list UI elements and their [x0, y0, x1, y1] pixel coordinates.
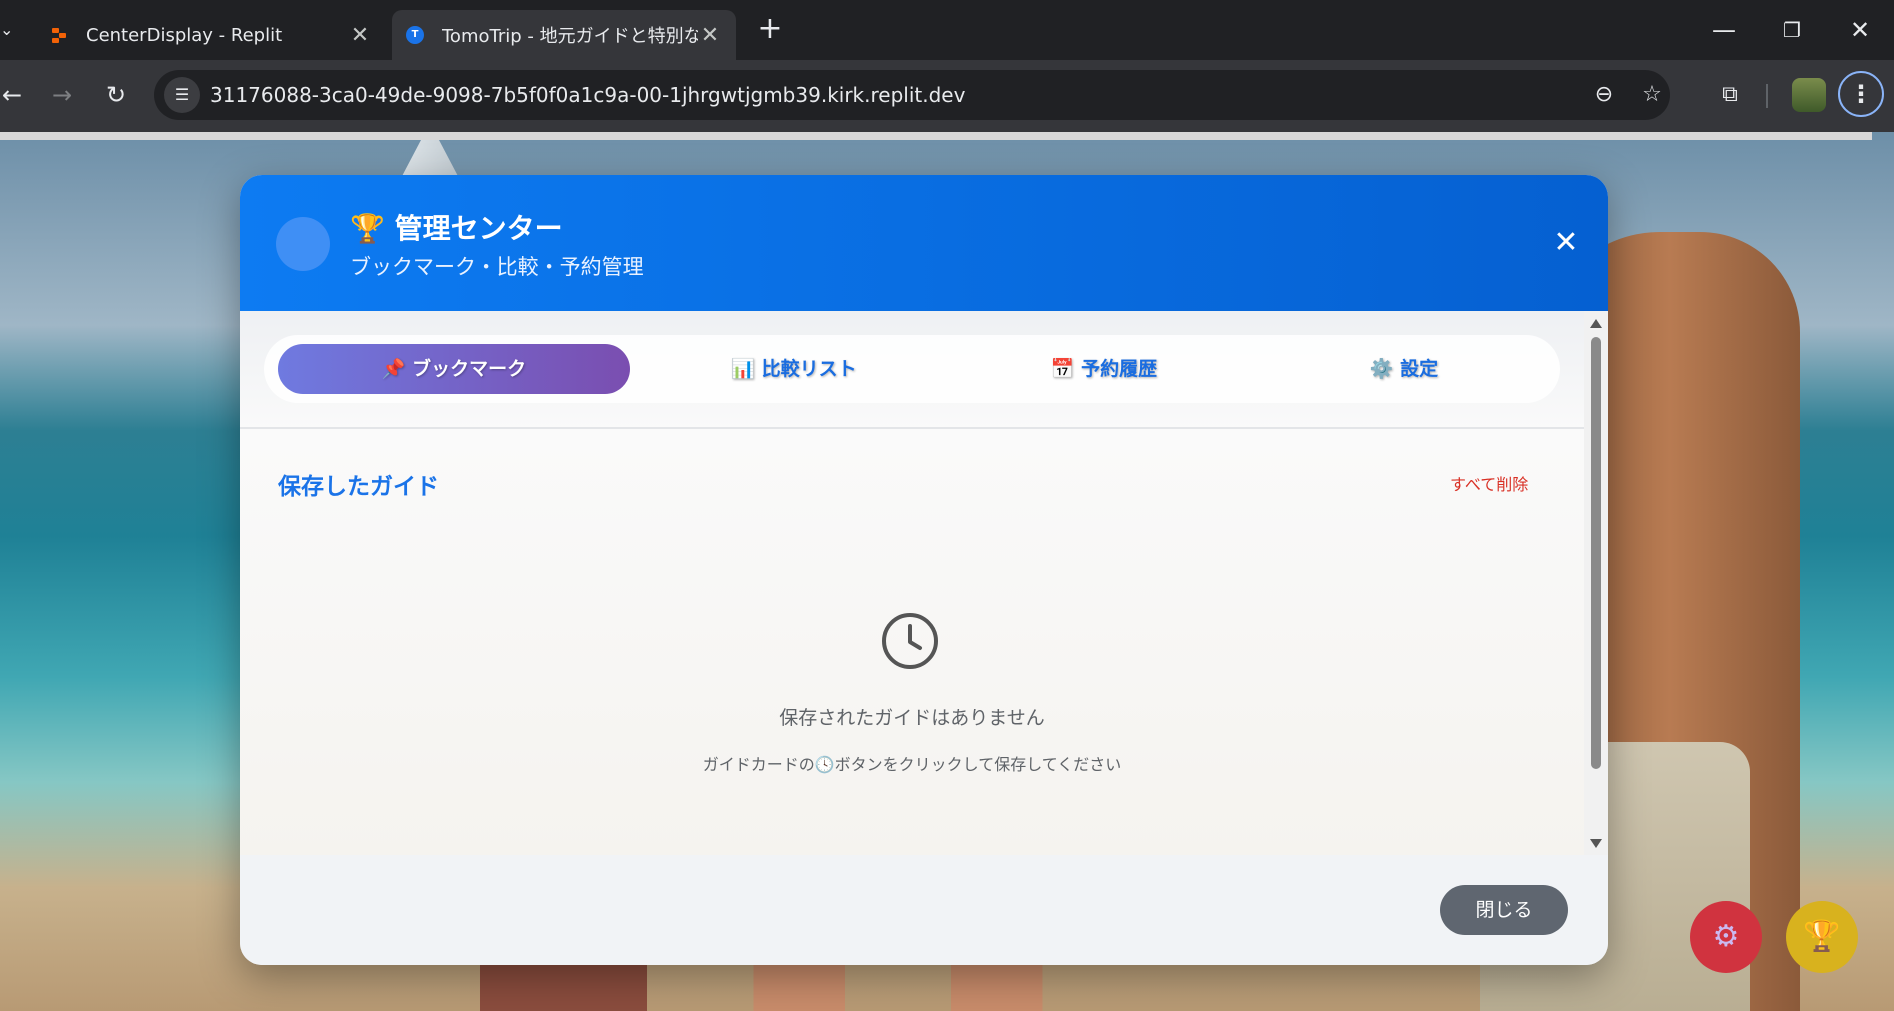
modal-tab-bar: 📌 ブックマーク 📊 比較リスト 📅 予約履歴 ⚙️ 設定 — [264, 335, 1560, 403]
restore-icon[interactable]: ❐ — [1764, 8, 1820, 52]
loading-bar — [0, 132, 1872, 140]
scroll-up-icon[interactable] — [1590, 319, 1602, 328]
close-icon[interactable]: ✕ — [698, 23, 722, 48]
modal-scrollbar[interactable] — [1584, 311, 1608, 855]
tab-bookmarks[interactable]: 📌 ブックマーク — [278, 344, 630, 394]
new-tab-button[interactable]: + — [754, 14, 786, 46]
zoom-out-icon[interactable]: ⊖ — [1588, 79, 1620, 111]
minimize-icon[interactable]: — — [1696, 8, 1752, 52]
scrollbar-thumb[interactable] — [1591, 337, 1601, 769]
modal-header: 🏆 管理センター ブックマーク・比較・予約管理 ✕ — [240, 175, 1608, 311]
tab-strip: ⌄ CenterDisplay - Replit ✕ T TomoTrip - … — [0, 0, 1894, 60]
divider — [240, 427, 1584, 429]
management-center-modal: 🏆 管理センター ブックマーク・比較・予約管理 ✕ 📌 ブックマーク 📊 比較リ… — [240, 175, 1608, 965]
close-icon[interactable]: ✕ — [1546, 223, 1586, 263]
section-title: 保存したガイド — [278, 474, 439, 500]
trophy-fab-button[interactable]: 🏆 — [1786, 901, 1858, 973]
close-icon[interactable]: ✕ — [348, 23, 372, 48]
address-bar[interactable]: ☰ 31176088-3ca0-49de-9098-7b5f0f0a1c9a-0… — [154, 70, 1670, 120]
url-text[interactable]: 31176088-3ca0-49de-9098-7b5f0f0a1c9a-00-… — [210, 70, 965, 120]
tab-compare-list[interactable]: 📊 比較リスト — [644, 344, 944, 394]
gear-icon: ⚙ — [1712, 919, 1740, 954]
replit-favicon — [50, 26, 68, 44]
tab-booking-history[interactable]: 📅 予約履歴 — [954, 344, 1254, 394]
modal-title: 🏆 管理センター — [350, 212, 563, 245]
empty-state-hint: ガイドカードの🕓ボタンをクリックして保存してください — [702, 755, 1122, 774]
trophy-icon: 🏆 — [1803, 919, 1841, 954]
tab-centerdisplay[interactable]: CenterDisplay - Replit ✕ — [36, 10, 386, 60]
modal-footer: 閉じる — [240, 855, 1608, 965]
tomotrip-favicon: T — [406, 26, 424, 44]
settings-fab-button[interactable]: ⚙ — [1690, 901, 1762, 973]
modal-body: 📌 ブックマーク 📊 比較リスト 📅 予約履歴 ⚙️ 設定 保存したガイド すべ… — [240, 311, 1584, 855]
arrow-right-icon[interactable]: → — [42, 75, 82, 115]
sailboat-image — [400, 140, 460, 180]
toolbar-divider — [1766, 84, 1768, 108]
puzzle-icon[interactable]: ⧉ — [1710, 75, 1750, 115]
avatar — [276, 217, 330, 271]
modal-subtitle: ブックマーク・比較・予約管理 — [350, 255, 644, 279]
chevron-down-icon[interactable]: ⌄ — [0, 14, 18, 46]
tune-icon[interactable]: ☰ — [164, 77, 200, 113]
reload-icon[interactable]: ↻ — [96, 75, 136, 115]
tab-title: CenterDisplay - Replit — [86, 24, 283, 46]
close-window-icon[interactable]: ✕ — [1832, 8, 1888, 52]
tab-settings[interactable]: ⚙️ 設定 — [1264, 344, 1544, 394]
browser-toolbar: ← → ↻ ☰ 31176088-3ca0-49de-9098-7b5f0f0a… — [0, 60, 1894, 132]
close-button[interactable]: 閉じる — [1440, 885, 1568, 935]
profile-avatar[interactable] — [1792, 78, 1826, 112]
arrow-left-icon[interactable]: ← — [0, 75, 32, 115]
scroll-down-icon[interactable] — [1590, 839, 1602, 848]
delete-all-button[interactable]: すべて削除 — [1450, 471, 1528, 495]
clock-icon — [882, 613, 938, 669]
star-icon[interactable]: ☆ — [1636, 79, 1668, 111]
more-vert-icon[interactable]: ⋮ — [1838, 71, 1884, 117]
tab-title: TomoTrip - 地元ガイドと特別な旅 — [442, 26, 698, 47]
empty-state-message: 保存されたガイドはありません — [779, 707, 1045, 729]
tab-tomotrip[interactable]: T TomoTrip - 地元ガイドと特別な旅 ✕ — [392, 10, 736, 60]
